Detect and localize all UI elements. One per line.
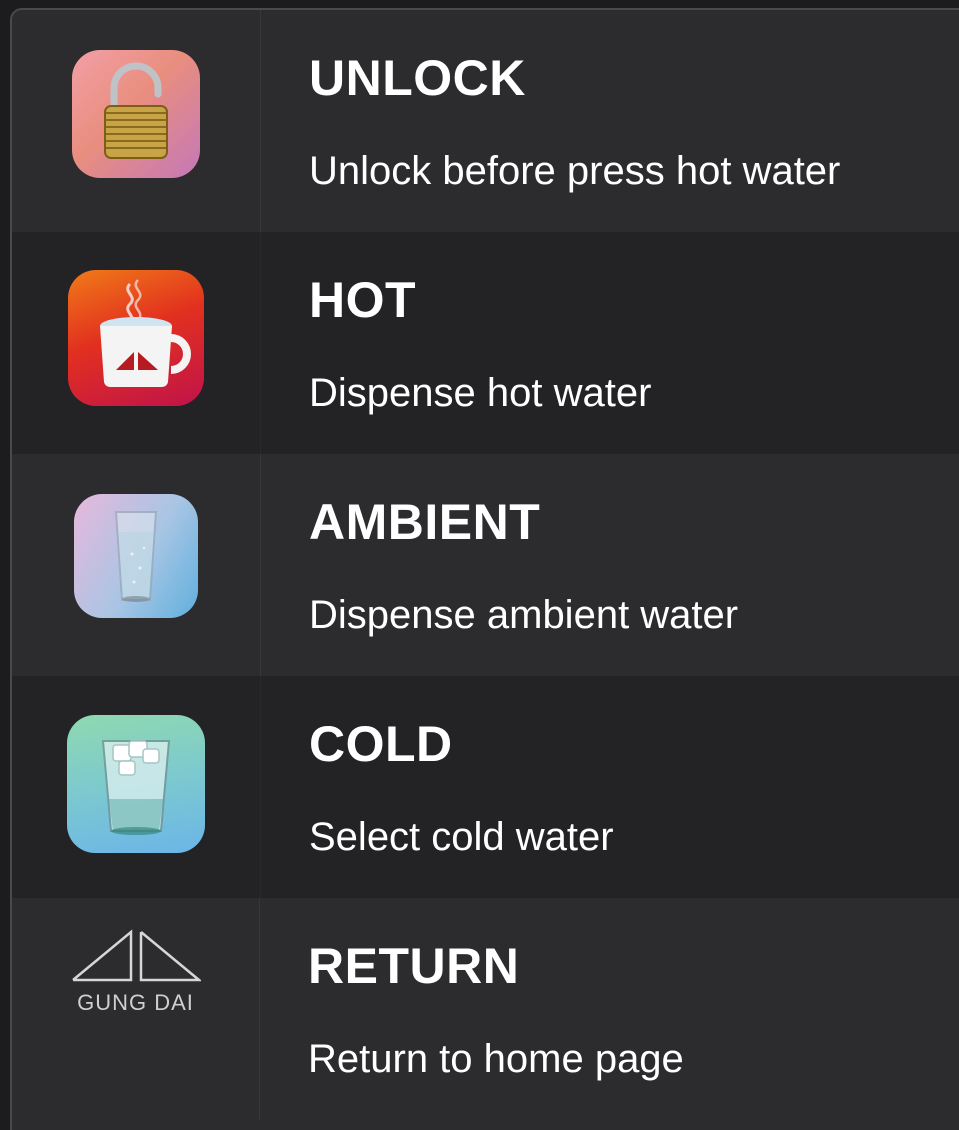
menu-panel: UNLOCK Unlock before press hot water HOT…: [10, 8, 959, 1130]
text-cell: HOT Dispense hot water: [261, 232, 651, 454]
menu-item-ambient[interactable]: AMBIENT Dispense ambient water: [12, 454, 959, 676]
icon-cell: GUNG DAI: [12, 898, 260, 1120]
brand-name: GUNG DAI: [77, 990, 194, 1015]
ice-glass-icon: [67, 715, 205, 853]
icon-cell: [12, 454, 261, 676]
item-subtitle: Return to home page: [308, 1037, 684, 1081]
text-cell: UNLOCK Unlock before press hot water: [261, 10, 840, 232]
icon-cell: [12, 676, 261, 898]
water-glass-icon: [74, 494, 198, 618]
menu-item-unlock[interactable]: UNLOCK Unlock before press hot water: [12, 10, 959, 232]
padlock-icon: [72, 50, 200, 178]
item-title: HOT: [309, 272, 417, 328]
item-title: COLD: [309, 716, 453, 772]
menu-item-hot[interactable]: HOT Dispense hot water: [12, 232, 959, 454]
text-cell: RETURN Return to home page: [260, 898, 684, 1120]
item-title: UNLOCK: [309, 50, 526, 106]
item-subtitle: Select cold water: [309, 815, 614, 859]
icon-cell: [12, 10, 261, 232]
menu-item-cold[interactable]: COLD Select cold water: [12, 676, 959, 898]
item-title: RETURN: [308, 938, 520, 994]
item-subtitle: Dispense ambient water: [309, 593, 739, 637]
text-cell: COLD Select cold water: [261, 676, 614, 898]
hot-cup-icon: [68, 270, 204, 406]
item-subtitle: Dispense hot water: [309, 371, 652, 415]
menu-item-return[interactable]: GUNG DAI RETURN Return to home page: [12, 898, 959, 1120]
text-cell: AMBIENT Dispense ambient water: [261, 454, 738, 676]
item-title: AMBIENT: [309, 494, 541, 550]
icon-cell: [12, 232, 261, 454]
gung-dai-logo: GUNG DAI: [71, 928, 201, 1016]
item-subtitle: Unlock before press hot water: [309, 149, 841, 193]
